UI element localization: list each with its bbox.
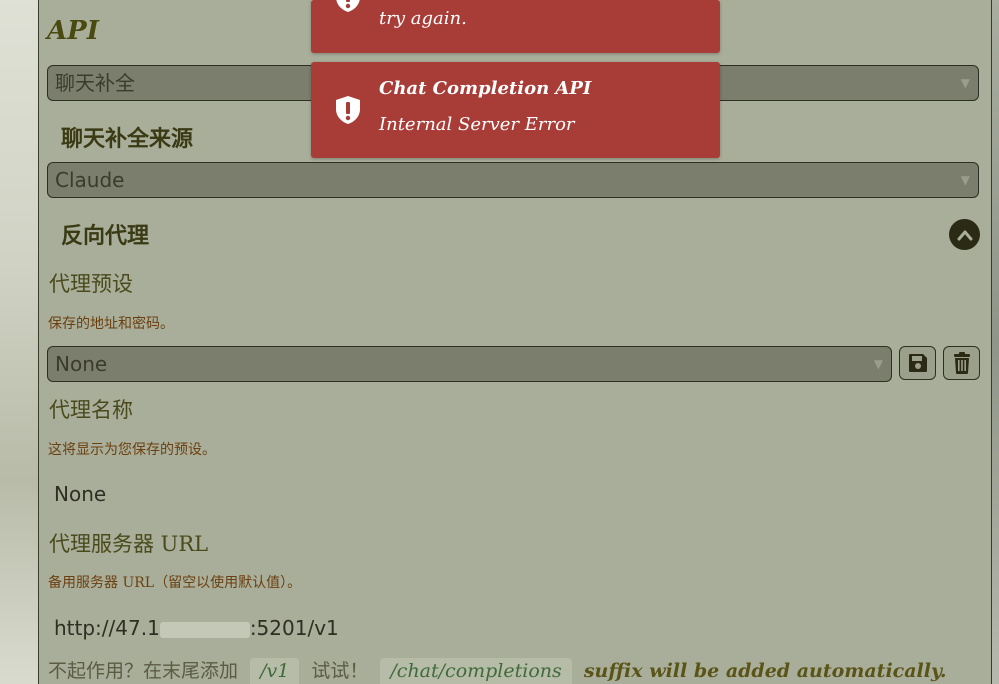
redaction-blur bbox=[159, 621, 250, 638]
error-toast[interactable]: Chat Completion API Internal Server Erro… bbox=[311, 62, 720, 158]
footer-text-3: suffix will be added automatically. bbox=[583, 660, 947, 682]
footer-text-2: 试试！ bbox=[311, 660, 369, 682]
api-select-value: 聊天补全 bbox=[55, 71, 135, 95]
caret-down-icon: ▼ bbox=[960, 173, 970, 187]
reverse-proxy-heading[interactable]: 反向代理 bbox=[61, 218, 149, 250]
proxy-url-prefix: http://47.1 bbox=[54, 616, 160, 640]
proxy-name-input[interactable]: None bbox=[54, 482, 106, 506]
proxy-name-hint: 这将显示为您保存的预设。 bbox=[48, 442, 216, 458]
floppy-disk-icon bbox=[908, 354, 927, 372]
background-left bbox=[0, 0, 40, 684]
proxy-preset-hint: 保存的地址和密码。 bbox=[48, 316, 174, 332]
toast-title: Chat Completion API bbox=[379, 78, 592, 99]
footer-text-1: 不起作用？在末尾添加 bbox=[48, 660, 239, 682]
shield-exclamation-icon bbox=[336, 0, 360, 12]
v1-code: /v1 bbox=[250, 658, 300, 684]
trash-icon bbox=[953, 352, 970, 374]
toast-message: try again. bbox=[379, 8, 467, 29]
proxy-server-url-input[interactable]: http://47.1 :5201/v1 bbox=[54, 616, 339, 640]
chevron-up-icon bbox=[957, 230, 972, 240]
error-toast[interactable]: try again. bbox=[311, 0, 720, 53]
proxy-preset-select[interactable]: None ▼ bbox=[47, 346, 892, 382]
proxy-footer-hint: 不起作用？在末尾添加 /v1 试试！ /chat/completions suf… bbox=[48, 656, 946, 684]
background-right bbox=[991, 0, 999, 684]
shield-exclamation-icon bbox=[336, 96, 360, 124]
proxy-name-label: 代理名称 bbox=[49, 398, 133, 422]
chat-completions-code: /chat/completions bbox=[380, 658, 572, 684]
api-heading: API bbox=[47, 16, 99, 46]
caret-down-icon: ▼ bbox=[873, 357, 883, 371]
collapse-button[interactable] bbox=[949, 219, 980, 250]
chat-source-select[interactable]: Claude ▼ bbox=[47, 162, 979, 198]
proxy-preset-label: 代理预设 bbox=[49, 272, 133, 296]
save-preset-button[interactable] bbox=[899, 346, 936, 380]
proxy-url-suffix: :5201/v1 bbox=[249, 616, 339, 640]
caret-down-icon: ▼ bbox=[960, 76, 970, 90]
delete-preset-button[interactable] bbox=[943, 346, 980, 380]
proxy-server-url-hint: 备用服务器 URL（留空以使用默认值）。 bbox=[48, 575, 302, 591]
chat-source-select-value: Claude bbox=[55, 168, 125, 192]
chat-source-heading: 聊天补全来源 bbox=[61, 126, 194, 152]
proxy-preset-select-value: None bbox=[55, 352, 108, 376]
toast-message: Internal Server Error bbox=[379, 114, 575, 135]
proxy-server-url-label: 代理服务器 URL bbox=[49, 532, 209, 556]
